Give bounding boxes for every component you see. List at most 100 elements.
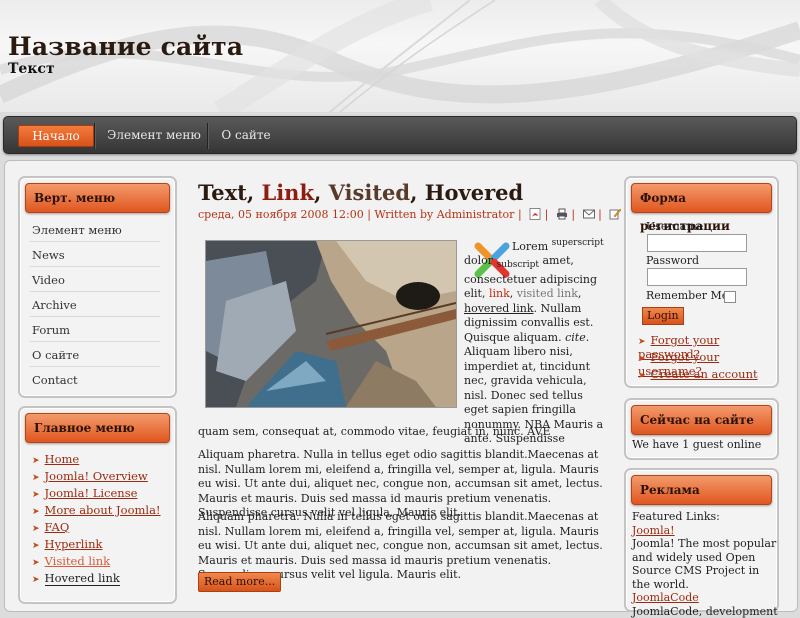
vmenu-divider xyxy=(30,241,160,242)
main-menu-link[interactable]: Hovered link xyxy=(45,571,120,586)
nav-divider xyxy=(207,123,209,149)
ads-content: Featured Links: Joomla! Joomla! The most… xyxy=(632,510,778,618)
arrow-right-icon: ➤ xyxy=(32,473,40,483)
main-menu-link[interactable]: FAQ xyxy=(45,520,70,534)
vmenu-item-contact[interactable]: Contact xyxy=(32,373,78,387)
main-menu-link[interactable]: More about Joomla! xyxy=(45,503,161,517)
site-title[interactable]: Название сайта xyxy=(8,32,243,61)
main-menu-item-overview[interactable]: ➤ Joomla! Overview xyxy=(32,469,148,483)
article-title: Text, Link, Visited, Hovered xyxy=(198,180,523,205)
arrow-right-icon: ➤ xyxy=(32,541,40,551)
who-online-text: We have 1 guest online xyxy=(632,438,761,452)
p1-link[interactable]: link xyxy=(489,287,510,300)
who-online-title: Сейчас на сайте xyxy=(631,405,772,435)
main-menu-module: Главное меню ➤ Home ➤ Joomla! Overview ➤ Jo… xyxy=(18,406,177,604)
article-paragraph-1: Lorem superscript dolor subscript amet, … xyxy=(464,236,604,447)
arrow-right-icon: ➤ xyxy=(32,524,40,534)
read-more-button[interactable]: Read more... xyxy=(198,572,281,592)
nav-item-about[interactable]: О сайте xyxy=(216,125,276,145)
arrow-right-icon: ➤ xyxy=(638,354,646,364)
article-meta: среда, 05 ноября 2008 12:00 | Written by… xyxy=(198,208,621,221)
vmenu-divider xyxy=(30,316,160,317)
login-title: Форма регистрации xyxy=(631,183,772,213)
vmenu-item-forum[interactable]: Forum xyxy=(32,323,70,337)
password-input[interactable] xyxy=(647,268,747,286)
main-menu-title: Главное меню xyxy=(25,413,170,443)
nav-divider xyxy=(94,123,96,149)
p1-text: Lorem xyxy=(512,240,548,253)
meta-sep: | xyxy=(518,208,522,221)
main-menu-link[interactable]: Hyperlink xyxy=(45,537,103,551)
p1-subscript: subscript xyxy=(497,260,539,270)
ads-title: Реклама xyxy=(631,475,772,505)
vertical-menu-module: Верт. меню Элемент меню News Video Archi… xyxy=(18,176,177,398)
title-sep: , xyxy=(410,180,425,205)
vmenu-item-news[interactable]: News xyxy=(32,248,65,262)
p1-hovered-link[interactable]: hovered link xyxy=(464,302,534,315)
arrow-right-icon: ➤ xyxy=(32,456,40,466)
arrow-right-icon: ➤ xyxy=(32,490,40,500)
nav-item-home[interactable]: Начало xyxy=(18,125,94,147)
main-menu-item-hovered[interactable]: ➤ Hovered link xyxy=(32,571,120,585)
login-button[interactable]: Login xyxy=(642,307,684,325)
meta-sep: | xyxy=(545,208,549,221)
username-input[interactable] xyxy=(647,234,747,252)
arrow-right-icon: ➤ xyxy=(32,575,40,585)
ads-text-joomla: Joomla! The most popular and widely used… xyxy=(632,537,778,591)
main-menu-item-home[interactable]: ➤ Home xyxy=(32,452,79,466)
title-hovered[interactable]: Hovered xyxy=(425,180,524,205)
ads-featured-label: Featured Links: xyxy=(632,510,778,524)
p1-superscript: superscript xyxy=(552,238,604,248)
main-menu-item-license[interactable]: ➤ Joomla! License xyxy=(32,486,137,500)
arrow-right-icon: ➤ xyxy=(32,507,40,517)
ads-link-joomla[interactable]: Joomla! xyxy=(632,524,675,537)
main-menu-item-faq[interactable]: ➤ FAQ xyxy=(32,520,69,534)
print-icon[interactable] xyxy=(556,208,568,220)
vmenu-item-about[interactable]: О сайте xyxy=(32,348,79,362)
article-author: Administrator xyxy=(437,208,515,221)
ads-link-joomlacode[interactable]: JoomlaCode xyxy=(632,591,699,604)
p1-visited-link[interactable]: visited link xyxy=(517,287,578,300)
email-icon[interactable] xyxy=(583,208,595,220)
nav-item-menu-element[interactable]: Элемент меню xyxy=(104,125,204,145)
vmenu-divider xyxy=(30,341,160,342)
main-menu-item-visited[interactable]: ➤Visited link xyxy=(32,554,110,568)
vmenu-divider xyxy=(30,266,160,267)
p1-sep: , xyxy=(578,287,582,300)
main-menu-link[interactable]: Home xyxy=(45,452,80,466)
title-link[interactable]: Link xyxy=(261,180,314,205)
article-photo xyxy=(205,240,457,408)
title-sep: , xyxy=(314,180,329,205)
main-menu-link[interactable]: Joomla! Overview xyxy=(45,469,148,483)
vmenu-item-archive[interactable]: Archive xyxy=(32,298,77,312)
p1-cite: cite xyxy=(565,331,586,344)
vmenu-item-video[interactable]: Video xyxy=(32,273,65,287)
vmenu-divider xyxy=(30,291,160,292)
article-paragraph-1-continued: quam sem, consequat at, commodo vitae, f… xyxy=(198,425,606,440)
vertical-menu-title: Верт. меню xyxy=(25,183,170,213)
main-menu-item-more-about[interactable]: ➤ More about Joomla! xyxy=(32,503,161,517)
vmenu-item-menu-element[interactable]: Элемент меню xyxy=(32,223,122,237)
create-account-link[interactable]: Create an account xyxy=(651,367,758,381)
top-navigation-bar: Начало Элемент меню О сайте xyxy=(3,116,797,154)
main-menu-item-hyperlink[interactable]: ➤ Hyperlink xyxy=(32,537,102,551)
pdf-icon[interactable] xyxy=(529,208,541,220)
username-label: Username xyxy=(646,220,703,233)
title-visited[interactable]: Visited xyxy=(329,180,410,205)
site-subtitle: Текст xyxy=(8,61,55,77)
article-date: среда, 05 ноября 2008 12:00 xyxy=(198,208,364,221)
vmenu-divider xyxy=(30,366,160,367)
main-menu-link[interactable]: Visited link xyxy=(45,554,111,568)
arrow-right-icon: ➤ xyxy=(638,371,646,381)
create-account-item[interactable]: ➤ Create an account xyxy=(638,367,758,381)
p1-sep: , xyxy=(510,287,517,300)
password-label: Password xyxy=(646,254,699,267)
remember-me-checkbox[interactable] xyxy=(724,291,736,303)
arrow-right-icon: ➤ xyxy=(638,337,646,347)
site-header: Название сайта Текст xyxy=(0,0,800,112)
ads-text-joomlacode: JoomlaCode, development xyxy=(632,605,778,618)
title-sep: , xyxy=(247,180,262,205)
p1-text: dolor xyxy=(464,254,493,267)
edit-icon[interactable] xyxy=(609,208,621,220)
main-menu-link[interactable]: Joomla! License xyxy=(45,486,138,500)
